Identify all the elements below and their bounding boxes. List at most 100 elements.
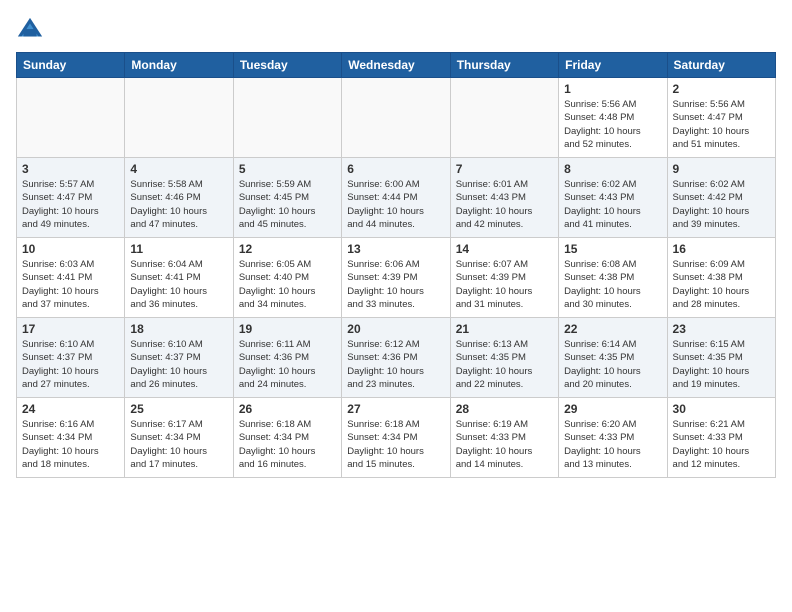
weekday-header-thursday: Thursday xyxy=(450,53,558,78)
calendar-table: SundayMondayTuesdayWednesdayThursdayFrid… xyxy=(16,52,776,478)
calendar-cell: 7 Sunrise: 6:01 AM Sunset: 4:43 PM Daylig… xyxy=(450,158,558,238)
day-info: Sunrise: 6:14 AM Sunset: 4:35 PM Dayligh… xyxy=(564,338,661,391)
day-info: Sunrise: 6:08 AM Sunset: 4:38 PM Dayligh… xyxy=(564,258,661,311)
day-number: 25 xyxy=(130,402,227,416)
day-number: 26 xyxy=(239,402,336,416)
calendar-cell: 25 Sunrise: 6:17 AM Sunset: 4:34 PM Dayli… xyxy=(125,398,233,478)
day-info: Sunrise: 6:16 AM Sunset: 4:34 PM Dayligh… xyxy=(22,418,119,471)
weekday-header-friday: Friday xyxy=(559,53,667,78)
weekday-header-tuesday: Tuesday xyxy=(233,53,341,78)
day-number: 2 xyxy=(673,82,770,96)
day-number: 24 xyxy=(22,402,119,416)
calendar-cell: 12Sunrise: 6:05 AM Sunset: 4:40 PM Dayli… xyxy=(233,238,341,318)
day-number: 15 xyxy=(564,242,661,256)
day-info: Sunrise: 6:15 AM Sunset: 4:35 PM Dayligh… xyxy=(673,338,770,391)
day-info: Sunrise: 6:20 AM Sunset: 4:33 PM Dayligh… xyxy=(564,418,661,471)
day-info: Sunrise: 6:00 AM Sunset: 4:44 PM Dayligh… xyxy=(347,178,444,231)
logo xyxy=(16,16,48,44)
day-number: 4 xyxy=(130,162,227,176)
calendar-cell: 10Sunrise: 6:03 AM Sunset: 4:41 PM Dayli… xyxy=(17,238,125,318)
day-info: Sunrise: 6:21 AM Sunset: 4:33 PM Dayligh… xyxy=(673,418,770,471)
logo-icon xyxy=(16,16,44,44)
week-row-5: 24 Sunrise: 6:16 AM Sunset: 4:34 PM Dayli… xyxy=(17,398,776,478)
calendar-cell: 19 Sunrise: 6:11 AM Sunset: 4:36 PM Dayli… xyxy=(233,318,341,398)
calendar-cell: 26 Sunrise: 6:18 AM Sunset: 4:34 PM Dayli… xyxy=(233,398,341,478)
day-info: Sunrise: 6:19 AM Sunset: 4:33 PM Dayligh… xyxy=(456,418,553,471)
day-info: Sunrise: 5:56 AM Sunset: 4:47 PM Dayligh… xyxy=(673,98,770,151)
day-info: Sunrise: 6:17 AM Sunset: 4:34 PM Dayligh… xyxy=(130,418,227,471)
calendar-cell: 18Sunrise: 6:10 AM Sunset: 4:37 PM Dayli… xyxy=(125,318,233,398)
day-info: Sunrise: 6:02 AM Sunset: 4:42 PM Dayligh… xyxy=(673,178,770,231)
day-info: Sunrise: 6:18 AM Sunset: 4:34 PM Dayligh… xyxy=(239,418,336,471)
calendar-cell: 24 Sunrise: 6:16 AM Sunset: 4:34 PM Dayli… xyxy=(17,398,125,478)
calendar-cell xyxy=(233,78,341,158)
day-info: Sunrise: 6:13 AM Sunset: 4:35 PM Dayligh… xyxy=(456,338,553,391)
calendar-cell: 28 Sunrise: 6:19 AM Sunset: 4:33 PM Dayli… xyxy=(450,398,558,478)
week-row-2: 3 Sunrise: 5:57 AM Sunset: 4:47 PM Daylig… xyxy=(17,158,776,238)
day-number: 27 xyxy=(347,402,444,416)
day-info: Sunrise: 6:01 AM Sunset: 4:43 PM Dayligh… xyxy=(456,178,553,231)
calendar-cell: 23 Sunrise: 6:15 AM Sunset: 4:35 PM Dayli… xyxy=(667,318,775,398)
day-number: 17 xyxy=(22,322,119,336)
weekday-header-sunday: Sunday xyxy=(17,53,125,78)
day-number: 3 xyxy=(22,162,119,176)
day-info: Sunrise: 5:56 AM Sunset: 4:48 PM Dayligh… xyxy=(564,98,661,151)
calendar-cell: 16 Sunrise: 6:09 AM Sunset: 4:38 PM Dayli… xyxy=(667,238,775,318)
day-number: 16 xyxy=(673,242,770,256)
day-info: Sunrise: 6:06 AM Sunset: 4:39 PM Dayligh… xyxy=(347,258,444,311)
calendar-cell: 11 Sunrise: 6:04 AM Sunset: 4:41 PM Dayli… xyxy=(125,238,233,318)
day-number: 9 xyxy=(673,162,770,176)
calendar-cell: 9 Sunrise: 6:02 AM Sunset: 4:42 PM Daylig… xyxy=(667,158,775,238)
day-info: Sunrise: 6:05 AM Sunset: 4:40 PM Dayligh… xyxy=(239,258,336,311)
day-info: Sunrise: 6:12 AM Sunset: 4:36 PM Dayligh… xyxy=(347,338,444,391)
calendar-cell: 14 Sunrise: 6:07 AM Sunset: 4:39 PM Dayli… xyxy=(450,238,558,318)
weekday-header-saturday: Saturday xyxy=(667,53,775,78)
day-info: Sunrise: 6:10 AM Sunset: 4:37 PM Dayligh… xyxy=(22,338,119,391)
calendar-cell: 27 Sunrise: 6:18 AM Sunset: 4:34 PM Dayli… xyxy=(342,398,450,478)
calendar-cell: 5Sunrise: 5:59 AM Sunset: 4:45 PM Daylig… xyxy=(233,158,341,238)
week-row-4: 17 Sunrise: 6:10 AM Sunset: 4:37 PM Dayli… xyxy=(17,318,776,398)
day-number: 14 xyxy=(456,242,553,256)
page-header xyxy=(16,16,776,44)
day-number: 1 xyxy=(564,82,661,96)
calendar-cell: 30 Sunrise: 6:21 AM Sunset: 4:33 PM Dayli… xyxy=(667,398,775,478)
weekday-header-monday: Monday xyxy=(125,53,233,78)
day-info: Sunrise: 5:57 AM Sunset: 4:47 PM Dayligh… xyxy=(22,178,119,231)
weekday-header-row: SundayMondayTuesdayWednesdayThursdayFrid… xyxy=(17,53,776,78)
calendar-cell: 15 Sunrise: 6:08 AM Sunset: 4:38 PM Dayli… xyxy=(559,238,667,318)
day-number: 11 xyxy=(130,242,227,256)
weekday-header-wednesday: Wednesday xyxy=(342,53,450,78)
calendar-cell: 1 Sunrise: 5:56 AM Sunset: 4:48 PM Daylig… xyxy=(559,78,667,158)
calendar-cell: 4 Sunrise: 5:58 AM Sunset: 4:46 PM Daylig… xyxy=(125,158,233,238)
calendar-cell: 6 Sunrise: 6:00 AM Sunset: 4:44 PM Daylig… xyxy=(342,158,450,238)
calendar-cell xyxy=(342,78,450,158)
day-info: Sunrise: 6:02 AM Sunset: 4:43 PM Dayligh… xyxy=(564,178,661,231)
day-number: 28 xyxy=(456,402,553,416)
day-number: 7 xyxy=(456,162,553,176)
day-info: Sunrise: 5:58 AM Sunset: 4:46 PM Dayligh… xyxy=(130,178,227,231)
day-number: 30 xyxy=(673,402,770,416)
calendar-cell: 22 Sunrise: 6:14 AM Sunset: 4:35 PM Dayli… xyxy=(559,318,667,398)
day-info: Sunrise: 6:04 AM Sunset: 4:41 PM Dayligh… xyxy=(130,258,227,311)
calendar-cell: 21Sunrise: 6:13 AM Sunset: 4:35 PM Dayli… xyxy=(450,318,558,398)
day-info: Sunrise: 6:18 AM Sunset: 4:34 PM Dayligh… xyxy=(347,418,444,471)
day-number: 13 xyxy=(347,242,444,256)
calendar-cell xyxy=(17,78,125,158)
calendar-cell: 20Sunrise: 6:12 AM Sunset: 4:36 PM Dayli… xyxy=(342,318,450,398)
calendar-cell: 2 Sunrise: 5:56 AM Sunset: 4:47 PM Daylig… xyxy=(667,78,775,158)
calendar-cell: 17 Sunrise: 6:10 AM Sunset: 4:37 PM Dayli… xyxy=(17,318,125,398)
day-number: 23 xyxy=(673,322,770,336)
day-info: Sunrise: 6:09 AM Sunset: 4:38 PM Dayligh… xyxy=(673,258,770,311)
day-number: 6 xyxy=(347,162,444,176)
day-number: 19 xyxy=(239,322,336,336)
calendar-cell: 3 Sunrise: 5:57 AM Sunset: 4:47 PM Daylig… xyxy=(17,158,125,238)
week-row-1: 1 Sunrise: 5:56 AM Sunset: 4:48 PM Daylig… xyxy=(17,78,776,158)
day-number: 22 xyxy=(564,322,661,336)
calendar-cell xyxy=(125,78,233,158)
week-row-3: 10Sunrise: 6:03 AM Sunset: 4:41 PM Dayli… xyxy=(17,238,776,318)
calendar-cell: 29Sunrise: 6:20 AM Sunset: 4:33 PM Dayli… xyxy=(559,398,667,478)
day-info: Sunrise: 6:03 AM Sunset: 4:41 PM Dayligh… xyxy=(22,258,119,311)
day-info: Sunrise: 6:07 AM Sunset: 4:39 PM Dayligh… xyxy=(456,258,553,311)
day-info: Sunrise: 6:10 AM Sunset: 4:37 PM Dayligh… xyxy=(130,338,227,391)
day-info: Sunrise: 6:11 AM Sunset: 4:36 PM Dayligh… xyxy=(239,338,336,391)
